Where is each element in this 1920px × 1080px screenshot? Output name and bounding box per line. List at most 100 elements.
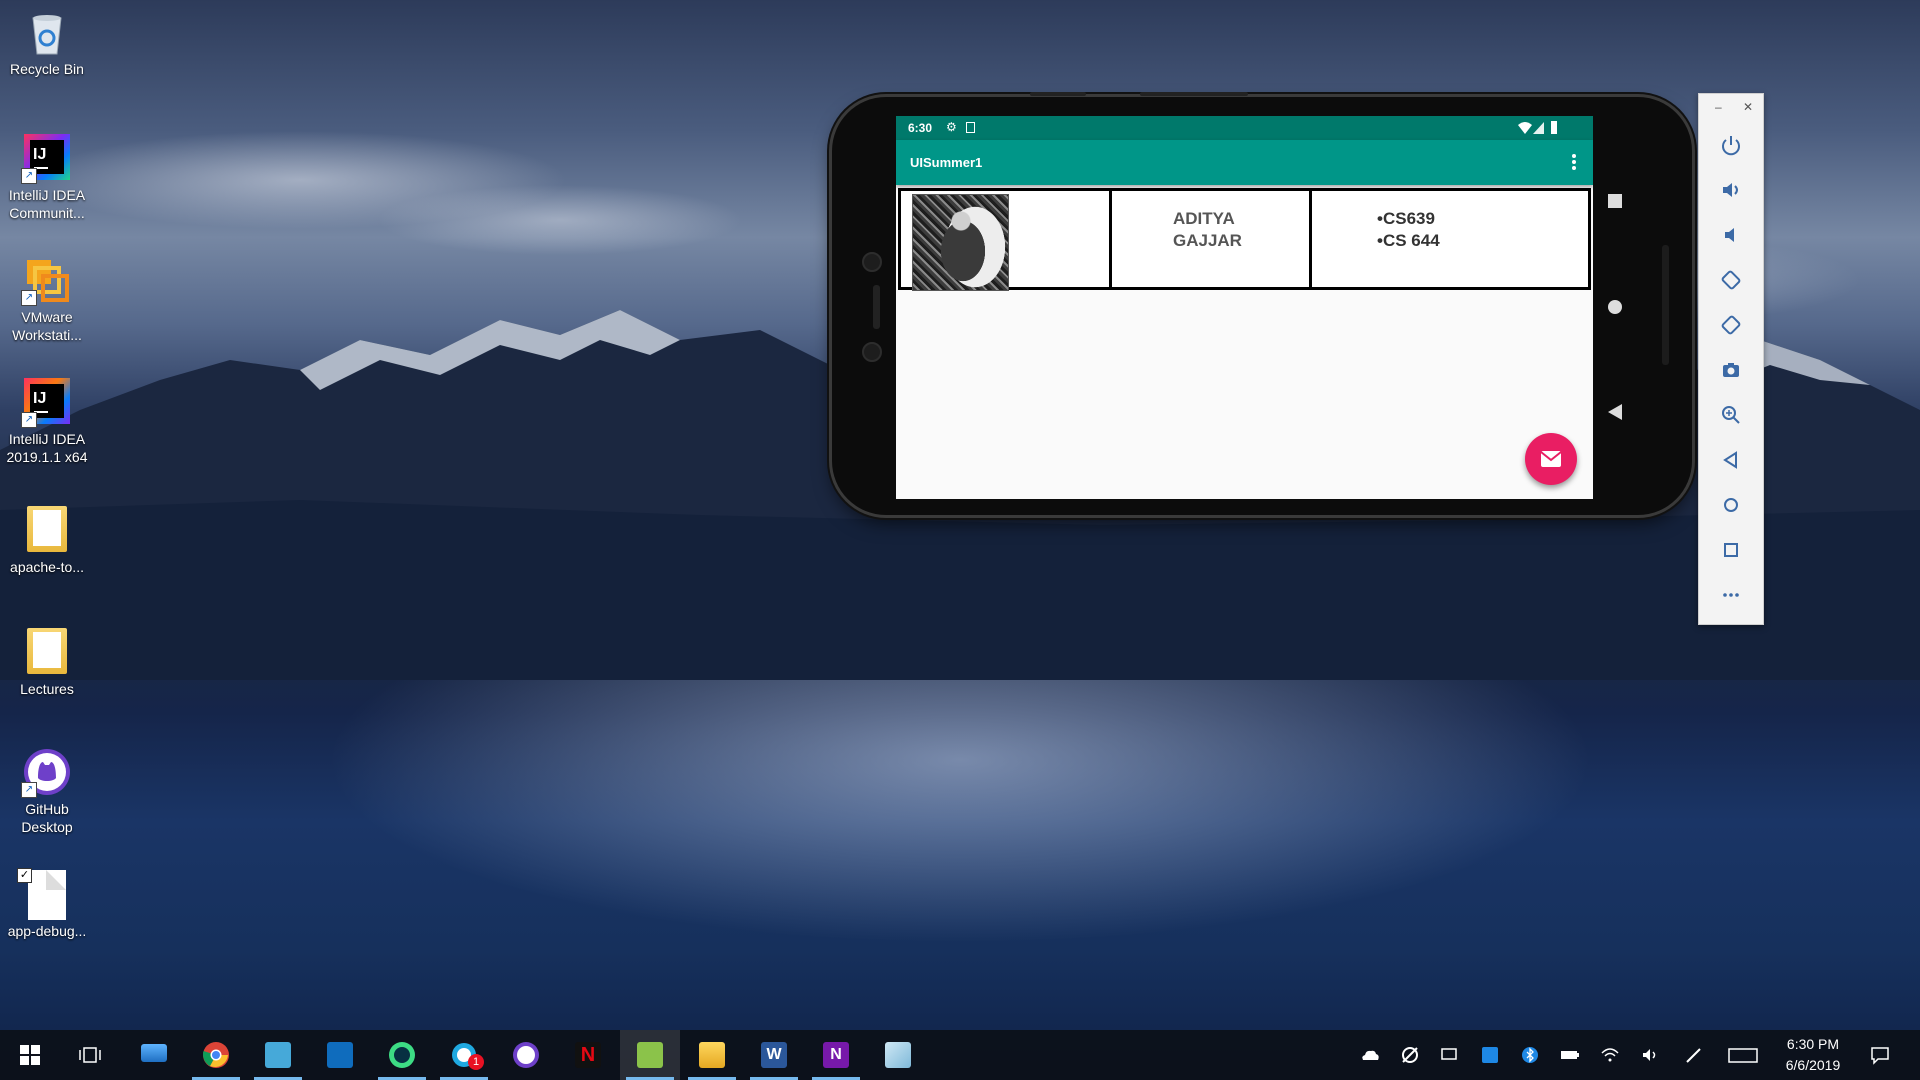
power-icon bbox=[1722, 136, 1740, 156]
onedrive-icon[interactable] bbox=[1360, 1045, 1380, 1065]
zoom-icon bbox=[1722, 406, 1740, 424]
desktop-icon-label: Workstati... bbox=[12, 327, 82, 343]
back-button[interactable] bbox=[1716, 445, 1746, 475]
phone-side-button bbox=[1662, 245, 1669, 365]
battery-icon[interactable] bbox=[1560, 1045, 1580, 1065]
taskbar-app-word[interactable]: W bbox=[744, 1030, 804, 1080]
taskbar-app-netflix[interactable]: N bbox=[558, 1030, 618, 1080]
clock-time: 6:30 PM bbox=[1786, 1036, 1840, 1052]
desktop-icon-apache-tomcat-folder[interactable]: apache-to... bbox=[2, 506, 92, 576]
keyboard-icon[interactable] bbox=[1728, 1045, 1758, 1065]
taskbar-app-android-studio[interactable] bbox=[372, 1030, 432, 1080]
taskbar-app-notepad[interactable] bbox=[248, 1030, 308, 1080]
overview-icon bbox=[1724, 543, 1738, 557]
volume-icon[interactable] bbox=[1640, 1045, 1660, 1065]
more-button[interactable] bbox=[1716, 580, 1746, 610]
desktop-icon-label: apache-to... bbox=[10, 559, 84, 575]
table-cell-photo bbox=[898, 188, 1112, 291]
course-item: •CS 644 bbox=[1377, 231, 1440, 250]
notepad-icon bbox=[265, 1042, 291, 1068]
word-icon: W bbox=[761, 1042, 787, 1068]
volume-down-icon bbox=[1725, 228, 1734, 242]
taskbar-app-github[interactable] bbox=[496, 1030, 556, 1080]
phone-button bbox=[1030, 92, 1086, 96]
taskbar-app-onenote[interactable]: N bbox=[806, 1030, 866, 1080]
camera-icon bbox=[1723, 363, 1739, 377]
volume-up-button[interactable] bbox=[1716, 175, 1746, 205]
intellij-icon: IJ ↗ bbox=[21, 378, 71, 428]
android-studio-icon bbox=[389, 1042, 415, 1068]
desktop-icon-intellij-ultimate[interactable]: IJ ↗ IntelliJ IDEA 2019.1.1 x64 bbox=[2, 378, 92, 466]
sim-icon bbox=[966, 122, 975, 133]
emulator-toolbar: – ✕ bbox=[1698, 93, 1764, 625]
phone-button bbox=[1140, 92, 1248, 96]
volume-up-icon bbox=[1723, 183, 1738, 197]
rotate-right-button[interactable] bbox=[1716, 310, 1746, 340]
file-explorer-icon bbox=[699, 1042, 725, 1068]
shortcut-arrow-icon: ↗ bbox=[21, 290, 37, 306]
laptop-icon bbox=[141, 1044, 167, 1062]
android-nav-bar bbox=[1595, 116, 1635, 499]
taskbar-app-outlook[interactable] bbox=[310, 1030, 370, 1080]
desktop-icon-intellij-community[interactable]: IJ ↗ IntelliJ IDEA Communit... bbox=[2, 134, 92, 222]
taskbar: 1 N W N bbox=[0, 1030, 1920, 1080]
zoom-button[interactable] bbox=[1716, 400, 1746, 430]
projector-icon[interactable] bbox=[1440, 1045, 1460, 1065]
pen-icon[interactable] bbox=[1684, 1045, 1704, 1065]
taskbar-app-laptop[interactable] bbox=[124, 1030, 184, 1080]
file-icon: ✓ bbox=[17, 868, 71, 920]
status-time: 6:30 bbox=[908, 121, 933, 135]
taskbar-app-whatsapp[interactable]: 1 bbox=[434, 1030, 494, 1080]
shortcut-arrow-icon: ↗ bbox=[21, 412, 37, 428]
desktop-icon-recycle-bin[interactable]: Recycle Bin bbox=[2, 8, 92, 78]
rotate-left-button[interactable] bbox=[1716, 265, 1746, 295]
desktop-icon-label: Lectures bbox=[20, 681, 74, 697]
volume-down-button[interactable] bbox=[1716, 220, 1746, 250]
table-cell-courses: •CS639 •CS 644 bbox=[1309, 188, 1591, 290]
email-fab-button[interactable] bbox=[1525, 433, 1577, 485]
desktop-icon-label: 2019.1.1 x64 bbox=[6, 449, 88, 465]
nvidia-icon[interactable] bbox=[1400, 1045, 1420, 1065]
rotate-left-icon bbox=[1721, 270, 1741, 290]
onenote-icon: N bbox=[823, 1042, 849, 1068]
emulator-icon bbox=[637, 1042, 663, 1068]
desktop-icon-lectures-folder[interactable]: Lectures bbox=[2, 628, 92, 698]
overview-button[interactable] bbox=[1716, 535, 1746, 565]
wifi-icon[interactable] bbox=[1600, 1045, 1620, 1065]
rotate-right-icon bbox=[1721, 315, 1741, 335]
taskbar-app-chrome[interactable] bbox=[186, 1030, 246, 1080]
gear-icon: ⚙ bbox=[946, 120, 957, 134]
emulator-screen: 6:30 ⚙ UISummer1 ADITYA GAJJAR •CS639 •C… bbox=[896, 116, 1593, 499]
signal-icon bbox=[1533, 122, 1544, 134]
desktop-icon-label: Communit... bbox=[9, 205, 85, 221]
bluetooth-icon[interactable] bbox=[1520, 1045, 1540, 1065]
task-view-button[interactable] bbox=[60, 1030, 120, 1080]
back-nav-button[interactable] bbox=[1608, 404, 1622, 420]
windows-start-icon bbox=[20, 1045, 40, 1065]
start-button[interactable] bbox=[0, 1030, 60, 1080]
desktop-icon-vmware[interactable]: ↗ VMware Workstati... bbox=[2, 256, 92, 344]
overview-nav-button[interactable] bbox=[1608, 194, 1622, 208]
home-nav-button[interactable] bbox=[1608, 300, 1622, 314]
status-bar: 6:30 ⚙ bbox=[896, 116, 1593, 140]
home-icon bbox=[1724, 498, 1738, 512]
minimize-icon[interactable]: – bbox=[1715, 100, 1722, 114]
action-center-icon[interactable] bbox=[1870, 1045, 1890, 1065]
dropbox-icon[interactable] bbox=[1480, 1045, 1500, 1065]
power-button[interactable] bbox=[1716, 130, 1746, 160]
recycle-bin-icon bbox=[23, 8, 71, 56]
battery-icon bbox=[1551, 121, 1557, 134]
name-line-1: ADITYA bbox=[1173, 209, 1235, 228]
desktop-icon-app-debug[interactable]: ✓ app-debug... bbox=[2, 868, 92, 940]
checkbox-icon: ✓ bbox=[17, 868, 32, 883]
close-icon[interactable]: ✕ bbox=[1743, 100, 1753, 114]
taskbar-app-emulator[interactable] bbox=[620, 1030, 680, 1080]
screenshot-button[interactable] bbox=[1716, 355, 1746, 385]
desktop-icon-github-desktop[interactable]: ↗ GitHub Desktop bbox=[2, 748, 92, 836]
taskbar-app-file-explorer[interactable] bbox=[682, 1030, 742, 1080]
home-button[interactable] bbox=[1716, 490, 1746, 520]
overflow-menu-icon[interactable] bbox=[1571, 153, 1577, 171]
taskbar-clock[interactable]: 6:30 PM 6/6/2019 bbox=[1768, 1034, 1858, 1076]
shortcut-arrow-icon: ↗ bbox=[21, 168, 37, 184]
taskbar-app-notes[interactable] bbox=[868, 1030, 928, 1080]
